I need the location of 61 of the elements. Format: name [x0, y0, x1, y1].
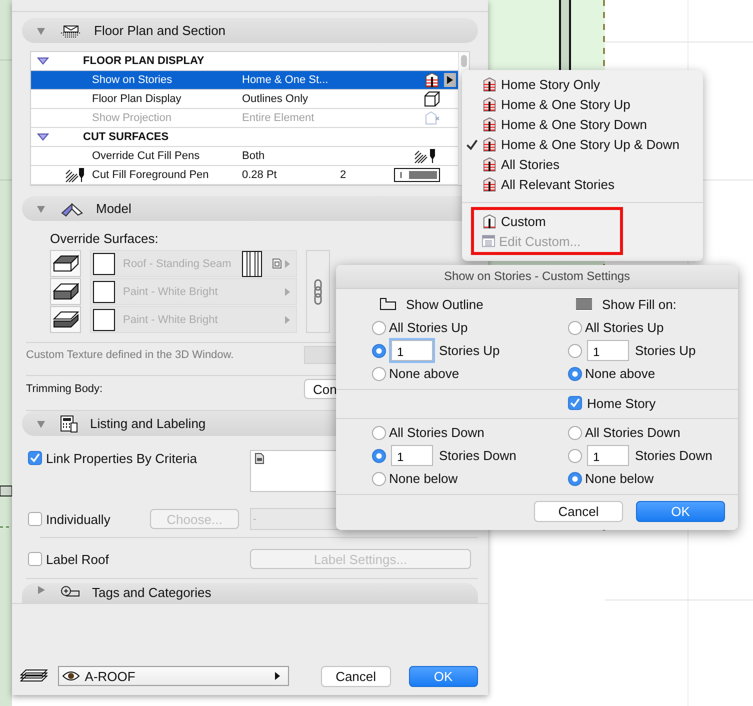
property-value: Entire Element	[242, 112, 316, 124]
section-title: Listing and Labeling	[90, 416, 206, 431]
column-title: Show Fill on:	[602, 296, 676, 312]
texture-note: Custom Texture defined in the 3D Window.	[26, 349, 235, 361]
option-label: Stories Down	[635, 448, 712, 463]
menu-item[interactable]: Home & One Story Up	[462, 94, 703, 114]
checkbox-label: Home Story	[587, 396, 656, 410]
layer-dropdown[interactable]: A-ROOF	[58, 666, 290, 686]
option-label: None above	[389, 366, 460, 381]
cancel-button[interactable]: Cancel	[321, 666, 391, 686]
checkbox-label: Individually	[46, 512, 110, 526]
material-name: Paint - White Bright	[123, 314, 219, 326]
property-value: Outlines Only	[242, 93, 310, 105]
trimming-body-label: Trimming Body:	[26, 383, 104, 395]
menu-item[interactable]: All Relevant Stories	[462, 174, 703, 194]
number-field[interactable]: 1	[391, 340, 433, 361]
override-surfaces-label: Override Surfaces:	[50, 231, 160, 246]
material-name: Paint - White Bright	[123, 286, 219, 298]
property-label: Show on Stories	[91, 74, 174, 86]
dialog-title: Show on Stories - Custom Settings	[336, 265, 738, 289]
section-header[interactable]: Floor Plan and Section	[22, 18, 478, 43]
menu-item[interactable]: All Stories	[462, 154, 703, 174]
option-label: None below	[585, 471, 654, 486]
option-label: Stories Down	[439, 448, 516, 463]
checkbox-label: Link Properties By Criteria	[46, 450, 197, 466]
option-label: None below	[389, 471, 458, 486]
number-field[interactable]: 1	[391, 445, 433, 466]
section-title: Model	[96, 201, 132, 216]
option-label: All Stories Down	[585, 425, 680, 440]
property-value: Home & One St...	[242, 74, 330, 86]
property-label: Cut Fill Foreground Pen	[91, 169, 210, 181]
pen-number: 2	[340, 169, 346, 181]
property-value: 0.28 Pt	[242, 169, 278, 181]
option-label: Stories Up	[635, 343, 696, 358]
number-field[interactable]: 1	[587, 340, 629, 361]
table-row[interactable]: Floor Plan Display Outlines Only	[31, 90, 458, 109]
group-title: FLOOR PLAN DISPLAY	[83, 55, 204, 67]
table-row[interactable]: Cut Fill Foreground Pen 0.28 Pt 2	[31, 166, 458, 185]
menu-item[interactable]: Home & One Story Up & Down	[462, 134, 703, 154]
menu-item[interactable]: Home Story Only	[462, 74, 703, 94]
column-title: Show Outline	[406, 296, 484, 312]
table-row[interactable]: Show on Stories Home & One St...	[31, 71, 458, 90]
option-label: Stories Up	[439, 343, 500, 358]
option-label: None above	[585, 366, 656, 381]
cancel-button[interactable]: Cancel	[534, 501, 623, 522]
property-label: Floor Plan Display	[91, 93, 182, 105]
option-label: All Stories Up	[389, 320, 468, 335]
property-value: Both	[242, 150, 266, 162]
number-field[interactable]: 1	[587, 445, 629, 466]
section-header[interactable]: Tags and Categories	[22, 583, 478, 603]
material-name: Roof - Standing Seam	[123, 258, 232, 270]
section-title: Tags and Categories	[92, 585, 212, 600]
property-label: Show Projection	[91, 112, 172, 124]
menu-item[interactable]: Home & One Story Down	[462, 114, 703, 134]
group-title: CUT SURFACES	[83, 131, 169, 143]
table-row[interactable]: Override Cut Fill Pens Both	[31, 147, 458, 166]
property-label: Override Cut Fill Pens	[91, 150, 201, 162]
section-title: Floor Plan and Section	[94, 23, 226, 38]
checkbox-label: Label Roof	[46, 552, 109, 566]
layer-name: A-ROOF	[84, 668, 136, 684]
option-label: All Stories Up	[585, 320, 664, 335]
